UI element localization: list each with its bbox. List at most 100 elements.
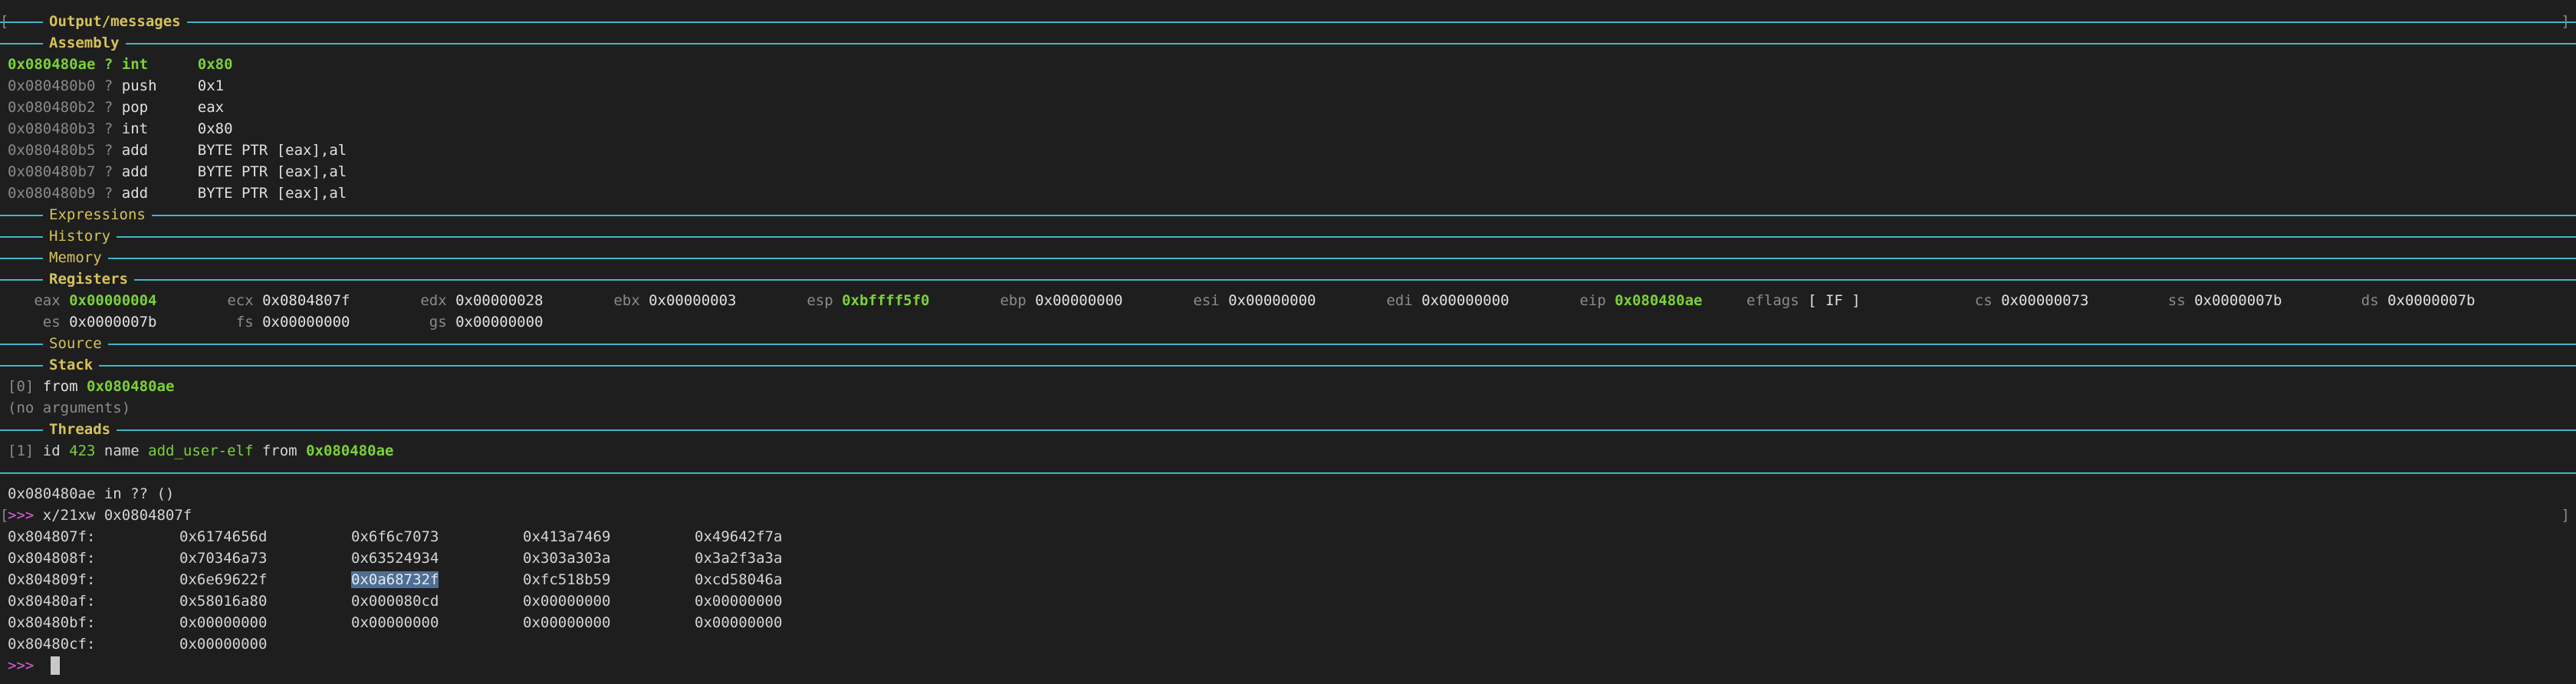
console-location: 0x080480ae in ?? () [8,485,175,502]
register-value: 0xbffff5f0 [842,292,930,309]
register-name: eflags [1746,292,1799,309]
memory-address: 0x80480bf: [8,614,96,631]
memory-word-text: 0x6174656d [179,528,268,545]
register-ss: ss 0x0000007b [2133,290,2282,311]
thread-index: [1] [8,442,34,459]
thread-id-label: id [42,442,61,459]
console-command-line: >>> x/21xw 0x0804807f [8,505,192,526]
register-ebx: ebx 0x00000003 [587,290,737,311]
memory-word[interactable]: 0x58016a80 [179,590,267,612]
register-value: 0x0000007b [2387,292,2476,309]
register-eip: eip 0x080480ae [1553,290,1702,311]
memory-word-text: 0xcd58046a [695,571,783,588]
section-stack-header: Stack [0,354,2576,376]
memory-word[interactable]: 0x00000000 [179,633,267,655]
register-fs: fs 0x00000000 [201,311,350,333]
memory-word[interactable]: 0x00000000 [523,590,610,612]
assembly-operands: BYTE PTR [eax],al [197,185,347,202]
section-threads-title: Threads [43,419,117,440]
register-name: es [42,314,61,330]
assembly-opcode: add [121,163,149,180]
register-value: 0x00000073 [2001,292,2089,309]
assembly-address: 0x080480ae [8,56,96,73]
register-value: 0x00000000 [1035,292,1123,309]
stack-frame-row: [0] from 0x080480ae [8,376,174,397]
memory-word-text: 0x49642f7a [695,528,783,545]
memory-word[interactable]: 0x6e69622f [179,569,267,590]
assembly-operands: eax [197,99,225,116]
memory-word-text: 0x00000000 [523,593,611,610]
memory-word-text: 0x00000000 [695,614,783,631]
register-esi: esi 0x00000000 [1167,290,1316,311]
register-value: 0x00000003 [649,292,737,309]
assembly-marker: ? [104,120,113,137]
memory-word-text: 0x303a303a [523,550,611,567]
console-final-prompt: >>> [8,657,34,674]
memory-word[interactable]: 0x00000000 [695,612,782,633]
section-output-header: Output/messages [0,11,2576,32]
console-input-line[interactable]: >>> [8,655,43,676]
memory-word[interactable]: 0x63524934 [351,548,439,569]
thread-address: 0x080480ae [306,442,394,459]
memory-word[interactable]: 0x00000000 [523,612,610,633]
assembly-operands: BYTE PTR [eax],al [197,163,347,180]
register-value: 0x00000000 [262,314,350,330]
assembly-line: 0x080480b7 ? add BYTE PTR [eax],al [8,161,347,183]
thread-name-label: name [104,442,140,459]
register-value: 0x0000007b [69,314,157,330]
assembly-opcode: int [121,56,149,73]
register-cs: cs 0x00000073 [1940,290,2089,311]
register-name: edi [1386,292,1413,309]
memory-word[interactable]: 0x6f6c7073 [351,526,439,548]
memory-address: 0x80480af: [8,593,96,610]
section-registers-title: Registers [43,268,134,290]
register-name: edx [420,292,447,309]
assembly-line: 0x080480ae ? int 0x80 [8,54,233,75]
register-esp: esp 0xbffff5f0 [780,290,930,311]
assembly-marker: ? [104,185,113,202]
assembly-marker: ? [104,77,113,94]
memory-word-text: 0x6f6c7073 [351,528,439,545]
memory-word[interactable]: 0x413a7469 [523,526,610,548]
assembly-opcode: pop [121,99,149,116]
memory-word-text: 0xfc518b59 [523,571,611,588]
memory-word[interactable]: 0x00000000 [695,590,782,612]
stack-frame-index: [0] [8,378,34,395]
section-source-title: Source [43,333,108,354]
memory-word[interactable]: 0xcd58046a [695,569,782,590]
assembly-line: 0x080480b0 ? push 0x1 [8,75,224,97]
memory-word[interactable]: 0x6174656d [179,526,267,548]
terminal-window[interactable]: Output/messages [ ] Assembly 0x080480ae … [0,0,2576,684]
memory-word[interactable]: 0xfc518b59 [523,569,610,590]
memory-address: 0x80480cf: [8,636,96,653]
memory-word[interactable]: 0x00000000 [351,612,439,633]
memory-word-text: 0x6e69622f [179,571,268,588]
memory-word-text: 0x70346a73 [179,550,268,567]
register-edi: edi 0x00000000 [1360,290,1509,311]
memory-word[interactable]: 0x00000000 [179,612,267,633]
memory-word[interactable]: 0x000080cd [351,590,439,612]
section-registers-header: Registers [0,268,2576,290]
memory-word-text: 0x3a2f3a3a [695,550,783,567]
section-threads-header: Threads [0,419,2576,440]
register-value: [ IF ] [1808,292,1861,309]
assembly-line: 0x080480b3 ? int 0x80 [8,118,233,140]
thread-id: 423 [69,442,96,459]
section-assembly-header: Assembly [0,32,2576,54]
memory-word-text: 0x00000000 [179,636,268,653]
assembly-operands: 0x80 [197,56,233,73]
memory-word[interactable]: 0x303a303a [523,548,610,569]
register-value: 0x0000007b [2194,292,2282,309]
memory-word[interactable]: 0x0a68732f [351,569,439,590]
memory-word-text: 0x58016a80 [179,593,268,610]
thread-row: [1] id 423 name add_user-elf from 0x0804… [8,440,393,462]
assembly-marker: ? [104,56,113,73]
memory-word[interactable]: 0x49642f7a [695,526,782,548]
memory-word[interactable]: 0x3a2f3a3a [695,548,782,569]
register-name: esp [807,292,833,309]
memory-word[interactable]: 0x70346a73 [179,548,267,569]
assembly-opcode: add [121,185,149,202]
register-value: 0x00000000 [455,314,544,330]
register-ebp: ebp 0x00000000 [974,290,1123,311]
memory-word-text: 0x00000000 [179,614,268,631]
